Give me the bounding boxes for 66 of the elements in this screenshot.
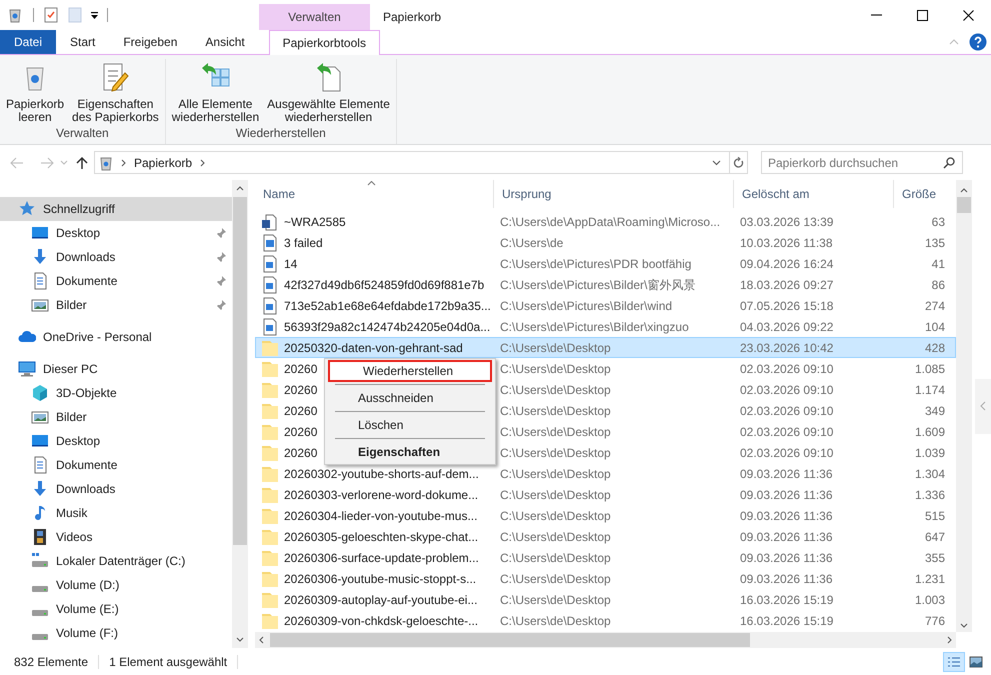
status-text: 1 Element ausgewählt	[109, 654, 228, 670]
date-cell-text: 09.03.2026 11:36	[739, 466, 834, 482]
origin-cell-text: C:\Users\de\Pictures\Bilder\wind	[499, 298, 674, 314]
size-cell-text: 349	[924, 402, 946, 420]
size-cell-text: 1.336	[914, 486, 946, 504]
size-cell-text: 1.174	[914, 382, 946, 398]
ribbon-group-label: Wiederherstellen	[236, 125, 326, 142]
date-cell-text: 18.03.2026 09:27	[739, 276, 834, 294]
window-title: Papierkorb	[383, 9, 442, 26]
date-cell-text: 02.03.2026 09:10	[739, 424, 834, 440]
size-cell-text: 135	[924, 234, 946, 252]
size-cell-text: 776	[924, 612, 946, 630]
origin-cell-text: C:\Users\de\Desktop	[499, 360, 612, 378]
size-cell-text: 355	[924, 550, 946, 566]
size-cell-text: 1.085	[914, 360, 946, 378]
origin-cell-text: C:\Users\de\Pictures\Bilder\xingzuo	[499, 318, 690, 336]
origin-cell-text: C:\Users\de\Pictures\PDR bootfähig	[499, 256, 692, 272]
origin-cell-text: C:\Users\de\Desktop	[499, 528, 612, 546]
size-cell-text: 63	[930, 214, 946, 230]
size-cell-text: 1.039	[914, 444, 946, 462]
date-cell-text: 09.03.2026 11:36	[739, 550, 834, 566]
date-cell-text: 10.03.2026 11:38	[739, 234, 834, 252]
origin-cell-text: C:\Users\de\Desktop	[499, 508, 612, 524]
date-cell-text: 09.03.2026 11:36	[739, 570, 834, 588]
date-cell-text: 02.03.2026 09:10	[739, 382, 834, 398]
date-cell-text: 09.03.2026 11:36	[739, 508, 834, 524]
status-text: 832 Elemente	[14, 654, 88, 670]
size-cell-text: 1.003	[914, 592, 946, 608]
origin-cell-text: C:\Users\de\Desktop	[499, 612, 612, 630]
size-cell-text: 1.231	[914, 570, 946, 588]
size-cell-text: 515	[924, 508, 946, 524]
ribbon-group-label: Verwalten	[56, 125, 109, 142]
size-cell-text: 1.609	[914, 424, 946, 440]
date-cell-text: 02.03.2026 09:10	[739, 360, 834, 378]
date-cell-text: 16.03.2026 15:19	[739, 612, 834, 630]
date-cell-text: 09.03.2026 11:36	[739, 528, 834, 546]
size-cell-text: 647	[924, 528, 946, 546]
date-cell-text: 04.03.2026 09:22	[739, 318, 834, 336]
size-cell-text: 1.304	[914, 466, 946, 482]
size-cell-text: 428	[924, 340, 946, 356]
context-tab-header: Verwalten	[259, 4, 370, 30]
date-cell-text: 16.03.2026 15:19	[739, 592, 834, 608]
size-cell-text: 104	[924, 318, 946, 336]
date-cell-text: 23.03.2026 10:42	[739, 340, 834, 356]
origin-cell-text: C:\Users\de\Desktop	[499, 550, 612, 566]
origin-cell-text: C:\Users\de\Desktop	[499, 402, 612, 420]
origin-cell-text: C:\Users\de\Desktop	[499, 340, 612, 356]
origin-cell-text: C:\Users\de\Desktop	[499, 382, 612, 398]
origin-cell-text: C:\Users\de\Desktop	[499, 592, 612, 608]
origin-cell-text: C:\Users\de\Desktop	[499, 486, 612, 504]
size-cell-text: 41	[930, 256, 946, 272]
size-cell-text: 274	[924, 298, 946, 314]
origin-cell-text: C:\Users\de	[499, 234, 564, 252]
origin-cell-text: C:\Users\de\Pictures\Bilder\窗外风景	[499, 276, 696, 294]
date-cell-text: 09.04.2026 16:24	[739, 256, 834, 272]
origin-cell-text: C:\Users\de\Desktop	[499, 466, 612, 482]
origin-cell-text: C:\Users\de\AppData\Roaming\Microso...	[499, 214, 722, 230]
date-cell-text: 02.03.2026 09:10	[739, 402, 834, 420]
date-cell-text: 07.05.2026 15:18	[739, 298, 834, 314]
origin-cell-text: C:\Users\de\Desktop	[499, 570, 612, 588]
date-cell-text: 03.03.2026 13:39	[739, 214, 834, 230]
date-cell-text: 09.03.2026 11:36	[739, 486, 834, 504]
size-cell-text: 86	[930, 276, 946, 294]
date-cell-text: 02.03.2026 09:10	[739, 444, 834, 462]
origin-cell-text: C:\Users\de\Desktop	[499, 444, 612, 462]
origin-cell-text: C:\Users\de\Desktop	[499, 424, 612, 440]
